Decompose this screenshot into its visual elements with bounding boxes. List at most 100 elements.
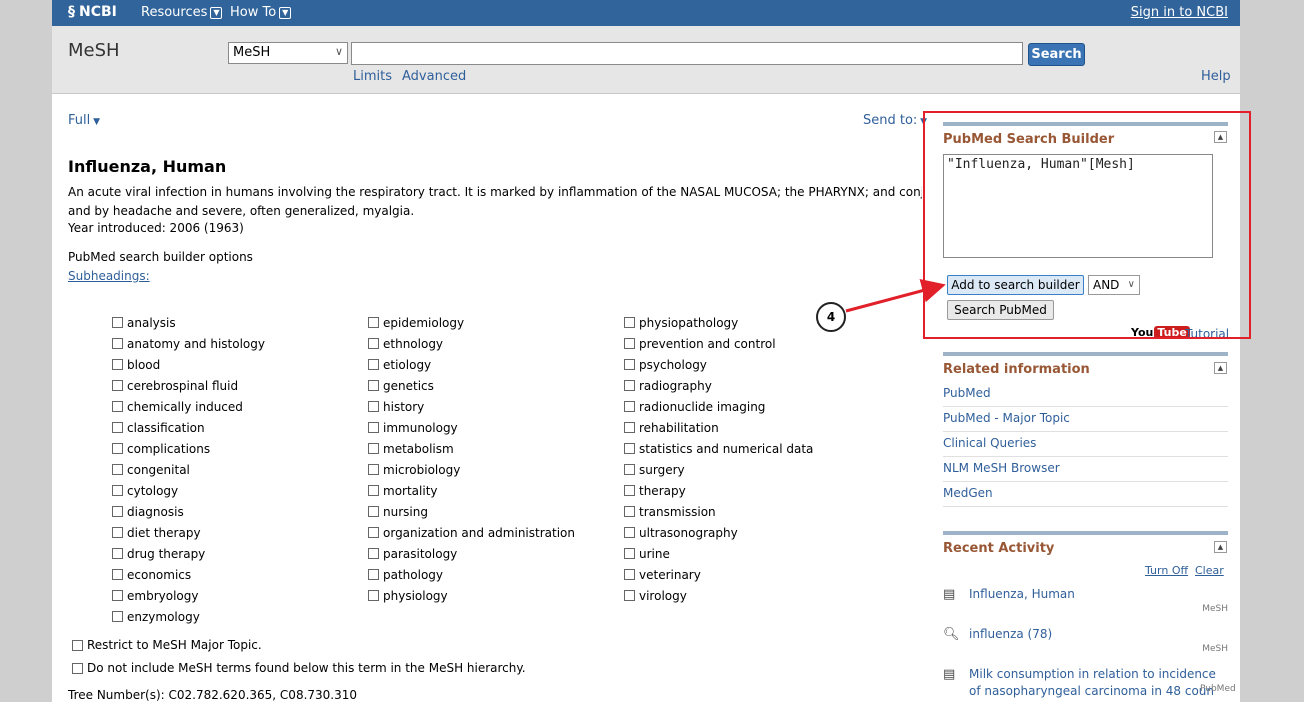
- checkbox[interactable]: [112, 527, 123, 538]
- checkbox[interactable]: [624, 506, 635, 517]
- checkbox[interactable]: [112, 338, 123, 349]
- related-info-link[interactable]: NLM MeSH Browser: [943, 457, 1228, 482]
- recent-activity-link[interactable]: Influenza, Human: [969, 586, 1169, 604]
- subheading-option[interactable]: economics: [112, 564, 265, 585]
- subheading-option[interactable]: anatomy and histology: [112, 333, 265, 354]
- subheading-option[interactable]: history: [368, 396, 575, 417]
- checkbox[interactable]: [368, 527, 379, 538]
- recent-activity-link[interactable]: Milk consumption in relation to incidenc…: [969, 666, 1229, 700]
- subheading-option[interactable]: epidemiology: [368, 312, 575, 333]
- subheading-option[interactable]: cerebrospinal fluid: [112, 375, 265, 396]
- checkbox[interactable]: [112, 569, 123, 580]
- subheading-option[interactable]: classification: [112, 417, 265, 438]
- checkbox[interactable]: [368, 422, 379, 433]
- checkbox[interactable]: [72, 639, 83, 651]
- checkbox[interactable]: [368, 338, 379, 349]
- subheading-option[interactable]: etiology: [368, 354, 575, 375]
- subheading-option[interactable]: ultrasonography: [624, 522, 813, 543]
- advanced-link[interactable]: Advanced: [402, 69, 466, 84]
- checkbox[interactable]: [112, 464, 123, 475]
- checkbox[interactable]: [624, 569, 635, 580]
- subheading-option[interactable]: virology: [624, 585, 813, 606]
- collapse-icon[interactable]: ▲: [1214, 541, 1227, 553]
- subheading-option[interactable]: analysis: [112, 312, 265, 333]
- subheading-option[interactable]: pathology: [368, 564, 575, 585]
- search-button[interactable]: Search: [1028, 43, 1085, 66]
- send-to-menu[interactable]: Send to: ▼: [863, 113, 927, 128]
- checkbox[interactable]: [368, 548, 379, 559]
- exclude-below-option[interactable]: Do not include MeSH terms found below th…: [72, 661, 526, 675]
- checkbox[interactable]: [112, 611, 123, 622]
- search-input[interactable]: [351, 42, 1023, 65]
- subheading-option[interactable]: cytology: [112, 480, 265, 501]
- resources-menu[interactable]: Resources ▼: [141, 5, 223, 20]
- subheading-option[interactable]: drug therapy: [112, 543, 265, 564]
- related-info-link[interactable]: MedGen: [943, 482, 1228, 507]
- subheading-option[interactable]: transmission: [624, 501, 813, 522]
- subheading-option[interactable]: therapy: [624, 480, 813, 501]
- recent-activity-link[interactable]: influenza (78): [969, 626, 1169, 644]
- subheading-option[interactable]: mortality: [368, 480, 575, 501]
- subheading-option[interactable]: metabolism: [368, 438, 575, 459]
- subheading-option[interactable]: ethnology: [368, 333, 575, 354]
- checkbox[interactable]: [368, 464, 379, 475]
- checkbox[interactable]: [112, 317, 123, 328]
- subheading-option[interactable]: urine: [624, 543, 813, 564]
- related-info-link[interactable]: Clinical Queries: [943, 432, 1228, 457]
- subheading-option[interactable]: prevention and control: [624, 333, 813, 354]
- subheading-option[interactable]: physiology: [368, 585, 575, 606]
- subheading-option[interactable]: diagnosis: [112, 501, 265, 522]
- checkbox[interactable]: [624, 401, 635, 412]
- subheading-option[interactable]: organization and administration: [368, 522, 575, 543]
- subheadings-link[interactable]: Subheadings:: [68, 269, 150, 283]
- checkbox[interactable]: [624, 317, 635, 328]
- checkbox[interactable]: [624, 527, 635, 538]
- checkbox[interactable]: [72, 662, 83, 674]
- checkbox[interactable]: [624, 485, 635, 496]
- subheading-option[interactable]: chemically induced: [112, 396, 265, 417]
- subheading-option[interactable]: microbiology: [368, 459, 575, 480]
- turn-off-link[interactable]: Turn Off: [1145, 564, 1188, 577]
- checkbox[interactable]: [624, 548, 635, 559]
- checkbox[interactable]: [368, 401, 379, 412]
- subheading-option[interactable]: radiography: [624, 375, 813, 396]
- subheading-option[interactable]: rehabilitation: [624, 417, 813, 438]
- subheading-option[interactable]: enzymology: [112, 606, 265, 627]
- howto-menu[interactable]: How To ▼: [230, 5, 292, 20]
- checkbox[interactable]: [112, 443, 123, 454]
- checkbox[interactable]: [624, 464, 635, 475]
- checkbox[interactable]: [112, 485, 123, 496]
- checkbox[interactable]: [368, 380, 379, 391]
- checkbox[interactable]: [368, 590, 379, 601]
- subheading-option[interactable]: statistics and numerical data: [624, 438, 813, 459]
- subheading-option[interactable]: nursing: [368, 501, 575, 522]
- subheading-option[interactable]: congenital: [112, 459, 265, 480]
- subheading-option[interactable]: parasitology: [368, 543, 575, 564]
- ncbi-logo[interactable]: § NCBI: [68, 4, 117, 20]
- subheading-option[interactable]: psychology: [624, 354, 813, 375]
- subheading-option[interactable]: surgery: [624, 459, 813, 480]
- help-link[interactable]: Help: [1201, 69, 1231, 84]
- checkbox[interactable]: [112, 422, 123, 433]
- collapse-icon[interactable]: ▲: [1214, 362, 1227, 374]
- restrict-major-topic-option[interactable]: Restrict to MeSH Major Topic.: [72, 638, 262, 652]
- checkbox[interactable]: [624, 422, 635, 433]
- related-info-link[interactable]: PubMed: [943, 382, 1228, 407]
- related-info-link[interactable]: PubMed - Major Topic: [943, 407, 1228, 432]
- checkbox[interactable]: [624, 590, 635, 601]
- subheading-option[interactable]: embryology: [112, 585, 265, 606]
- checkbox[interactable]: [368, 359, 379, 370]
- checkbox[interactable]: [112, 590, 123, 601]
- sign-in-link[interactable]: Sign in to NCBI: [1131, 5, 1228, 20]
- subheading-option[interactable]: complications: [112, 438, 265, 459]
- checkbox[interactable]: [112, 401, 123, 412]
- subheading-option[interactable]: radionuclide imaging: [624, 396, 813, 417]
- subheading-option[interactable]: genetics: [368, 375, 575, 396]
- database-select[interactable]: MeSH ∨: [228, 42, 348, 64]
- checkbox[interactable]: [624, 443, 635, 454]
- checkbox[interactable]: [368, 443, 379, 454]
- subheading-option[interactable]: physiopathology: [624, 312, 813, 333]
- subheading-option[interactable]: immunology: [368, 417, 575, 438]
- checkbox[interactable]: [624, 359, 635, 370]
- clear-link[interactable]: Clear: [1195, 564, 1224, 577]
